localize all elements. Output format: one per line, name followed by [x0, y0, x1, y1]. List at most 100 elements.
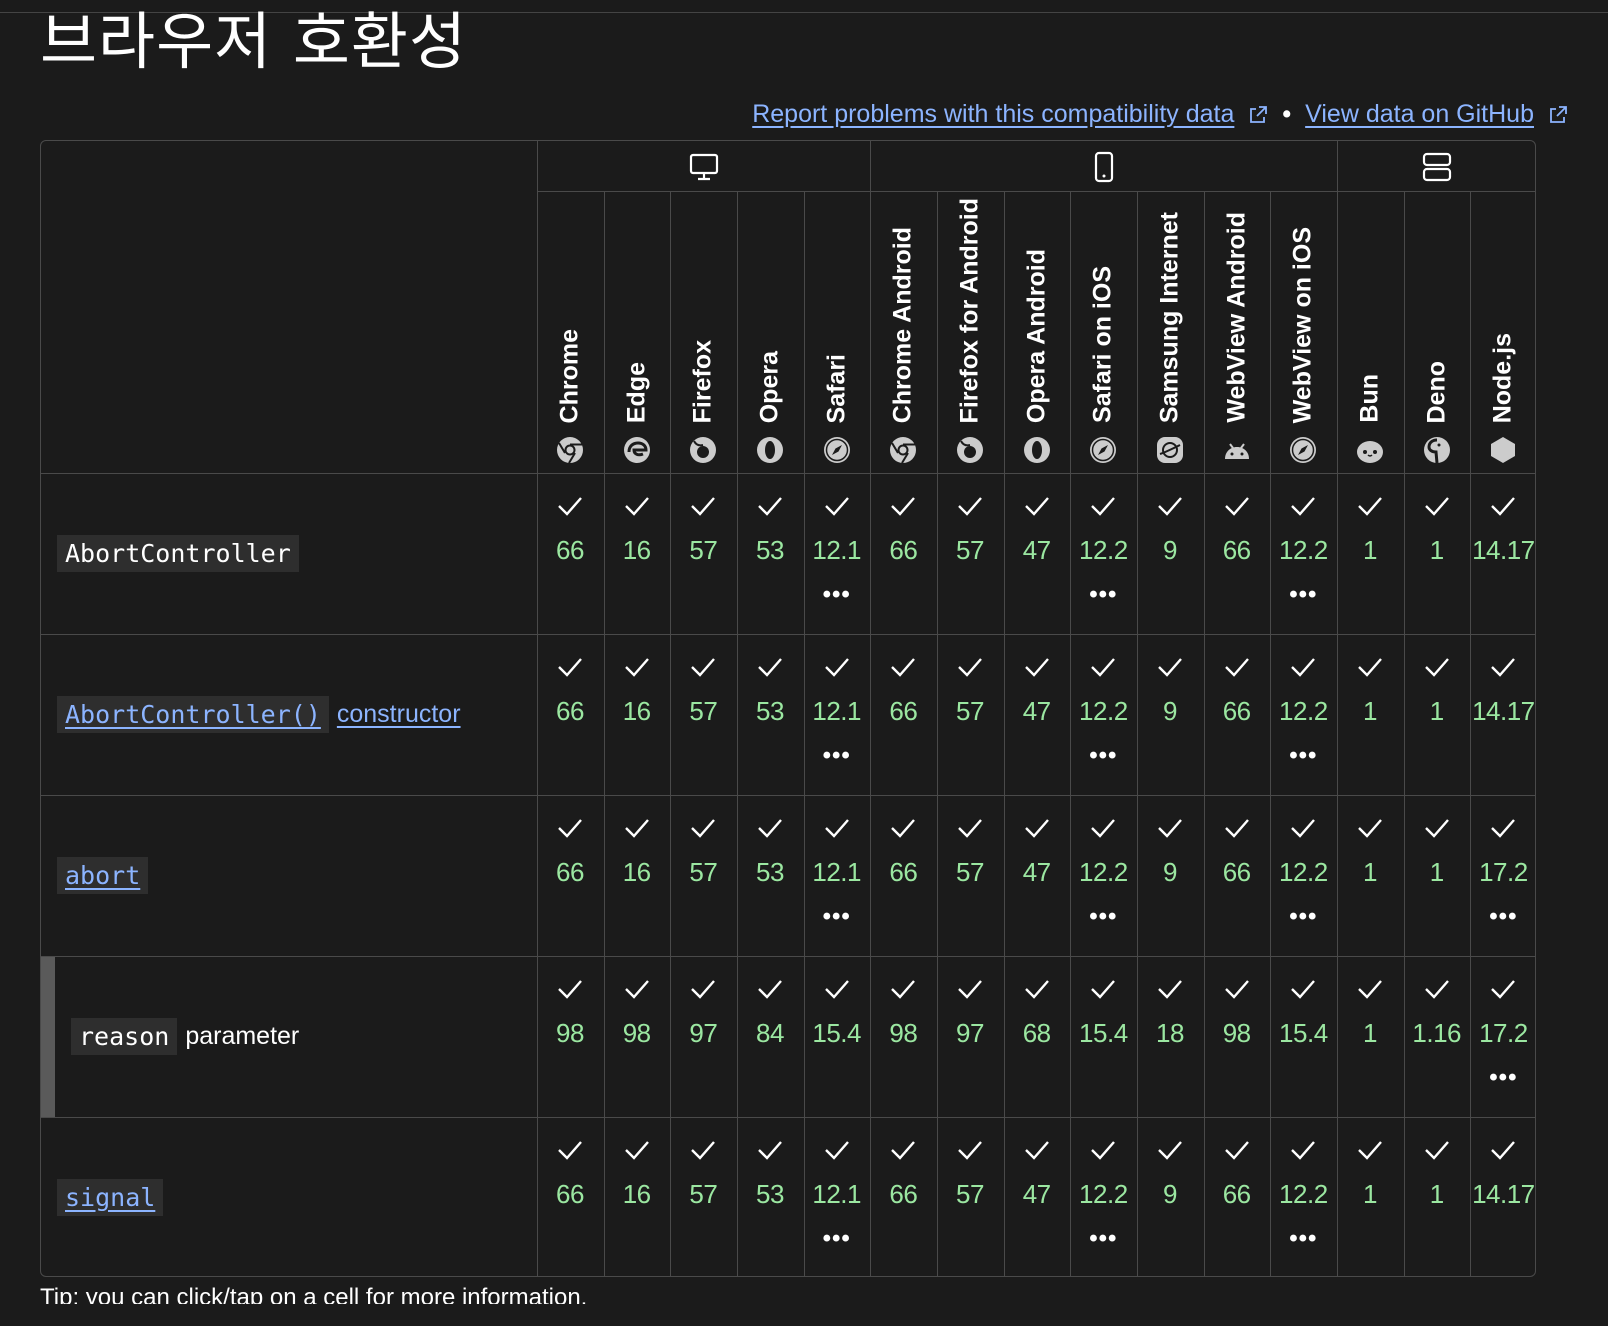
support-cell[interactable]: 16 [604, 634, 670, 795]
support-cell[interactable]: 1 [1404, 634, 1470, 795]
support-cell[interactable]: 1 [1337, 956, 1403, 1117]
feature-name[interactable]: abort [57, 795, 149, 956]
support-cell[interactable]: 12.2 ••• [1270, 473, 1336, 634]
feature-code[interactable]: signal [57, 1179, 164, 1216]
support-cell[interactable]: 12.1 ••• [804, 1117, 870, 1278]
support-cell[interactable]: 12.2 ••• [1070, 795, 1136, 956]
feature-code[interactable]: abort [57, 857, 149, 894]
mobile-icon [1088, 151, 1120, 183]
feature-code[interactable]: AbortController() [57, 696, 329, 733]
support-cell[interactable]: 66 [537, 1117, 603, 1278]
support-cell[interactable]: 12.2 ••• [1270, 634, 1336, 795]
support-cell[interactable]: 16 [604, 795, 670, 956]
support-cell[interactable]: 84 [737, 956, 803, 1117]
support-cell[interactable]: 66 [1204, 473, 1270, 634]
feature-label[interactable]: constructor [337, 700, 461, 729]
support-cell[interactable]: 16 [604, 1117, 670, 1278]
support-cell[interactable]: 57 [937, 1117, 1003, 1278]
support-cell[interactable]: 57 [670, 634, 736, 795]
support-cell[interactable]: 66 [1204, 634, 1270, 795]
version-number: 9 [1163, 535, 1177, 565]
support-cell[interactable]: 57 [670, 795, 736, 956]
support-cell[interactable]: 98 [537, 956, 603, 1117]
support-cell[interactable]: 66 [1204, 795, 1270, 956]
support-cell[interactable]: 53 [737, 634, 803, 795]
support-cell[interactable]: 1 [1404, 1117, 1470, 1278]
feature-name[interactable]: AbortController() constructor [57, 634, 461, 795]
support-cell[interactable]: 18 [1137, 956, 1203, 1117]
support-cell[interactable]: 1 [1337, 1117, 1403, 1278]
support-cell[interactable]: 12.2 ••• [1070, 473, 1136, 634]
support-cell[interactable]: 66 [537, 473, 603, 634]
support-cell[interactable]: 12.2 ••• [1070, 1117, 1136, 1278]
support-cell[interactable]: 9 [1137, 634, 1203, 795]
support-cell[interactable]: 53 [737, 795, 803, 956]
support-cell[interactable]: 66 [870, 634, 936, 795]
version-number: 12.2 [1279, 696, 1328, 726]
support-cell[interactable]: 68 [1004, 956, 1070, 1117]
support-cell[interactable]: 9 [1137, 473, 1203, 634]
support-cell[interactable]: 57 [937, 795, 1003, 956]
support-cell[interactable]: 15.4 [1270, 956, 1336, 1117]
support-cell[interactable]: 57 [937, 473, 1003, 634]
support-cell[interactable]: 1 [1337, 795, 1403, 956]
feature-name[interactable]: signal [57, 1117, 164, 1278]
support-cell[interactable]: 66 [1204, 1117, 1270, 1278]
support-cell[interactable]: 12.2 ••• [1270, 1117, 1336, 1278]
browser-name: Opera Android [1022, 248, 1051, 423]
support-cell[interactable]: 1 [1337, 473, 1403, 634]
chrome-icon [555, 435, 585, 465]
check-icon [557, 978, 583, 1000]
support-cell[interactable]: 15.4 [804, 956, 870, 1117]
support-cell[interactable]: 15.4 [1070, 956, 1136, 1117]
support-cell[interactable]: 1 [1404, 473, 1470, 634]
support-cell[interactable]: 12.1 ••• [804, 795, 870, 956]
support-cell[interactable]: 66 [870, 795, 936, 956]
support-cell[interactable]: 53 [737, 1117, 803, 1278]
support-cell[interactable]: 57 [937, 634, 1003, 795]
support-cell[interactable]: 12.1 ••• [804, 473, 870, 634]
feature-code: AbortController [57, 535, 299, 572]
github-link[interactable]: View data on GitHub [1305, 100, 1534, 129]
support-cell[interactable]: 66 [870, 1117, 936, 1278]
support-cell[interactable]: 14.17 [1470, 1117, 1536, 1278]
browser-name: Node.js [1488, 332, 1517, 423]
more-info-indicator: ••• [822, 581, 851, 608]
support-cell[interactable]: 47 [1004, 473, 1070, 634]
support-cell[interactable]: 66 [537, 795, 603, 956]
support-cell[interactable]: 98 [604, 956, 670, 1117]
support-cell[interactable]: 53 [737, 473, 803, 634]
support-cell[interactable]: 17.2 ••• [1470, 795, 1536, 956]
support-cell[interactable]: 1 [1404, 795, 1470, 956]
support-cell[interactable]: 47 [1004, 1117, 1070, 1278]
check-icon [1157, 978, 1183, 1000]
check-icon [824, 656, 850, 678]
support-cell[interactable]: 47 [1004, 634, 1070, 795]
check-icon [824, 978, 850, 1000]
support-cell[interactable]: 12.1 ••• [804, 634, 870, 795]
support-cell[interactable]: 1 [1337, 634, 1403, 795]
support-cell[interactable]: 97 [670, 956, 736, 1117]
support-cell[interactable]: 98 [1204, 956, 1270, 1117]
support-cell[interactable]: 1.16 [1404, 956, 1470, 1117]
support-cell[interactable]: 66 [870, 473, 936, 634]
support-cell[interactable]: 9 [1137, 795, 1203, 956]
external-link-icon [1550, 105, 1567, 123]
support-cell[interactable]: 17.2 ••• [1470, 956, 1536, 1117]
support-cell[interactable]: 97 [937, 956, 1003, 1117]
report-problems-link[interactable]: Report problems with this compatibility … [752, 100, 1234, 129]
browser-name: Samsung Internet [1155, 211, 1184, 423]
support-cell[interactable]: 98 [870, 956, 936, 1117]
support-cell[interactable]: 66 [537, 634, 603, 795]
support-cell[interactable]: 16 [604, 473, 670, 634]
support-cell[interactable]: 14.17 [1470, 634, 1536, 795]
support-cell[interactable]: 12.2 ••• [1270, 795, 1336, 956]
browser-name: Opera [755, 350, 784, 423]
support-cell[interactable]: 57 [670, 1117, 736, 1278]
support-cell[interactable]: 47 [1004, 795, 1070, 956]
support-cell[interactable]: 57 [670, 473, 736, 634]
check-icon [1290, 978, 1316, 1000]
support-cell[interactable]: 9 [1137, 1117, 1203, 1278]
support-cell[interactable]: 14.17 [1470, 473, 1536, 634]
support-cell[interactable]: 12.2 ••• [1070, 634, 1136, 795]
